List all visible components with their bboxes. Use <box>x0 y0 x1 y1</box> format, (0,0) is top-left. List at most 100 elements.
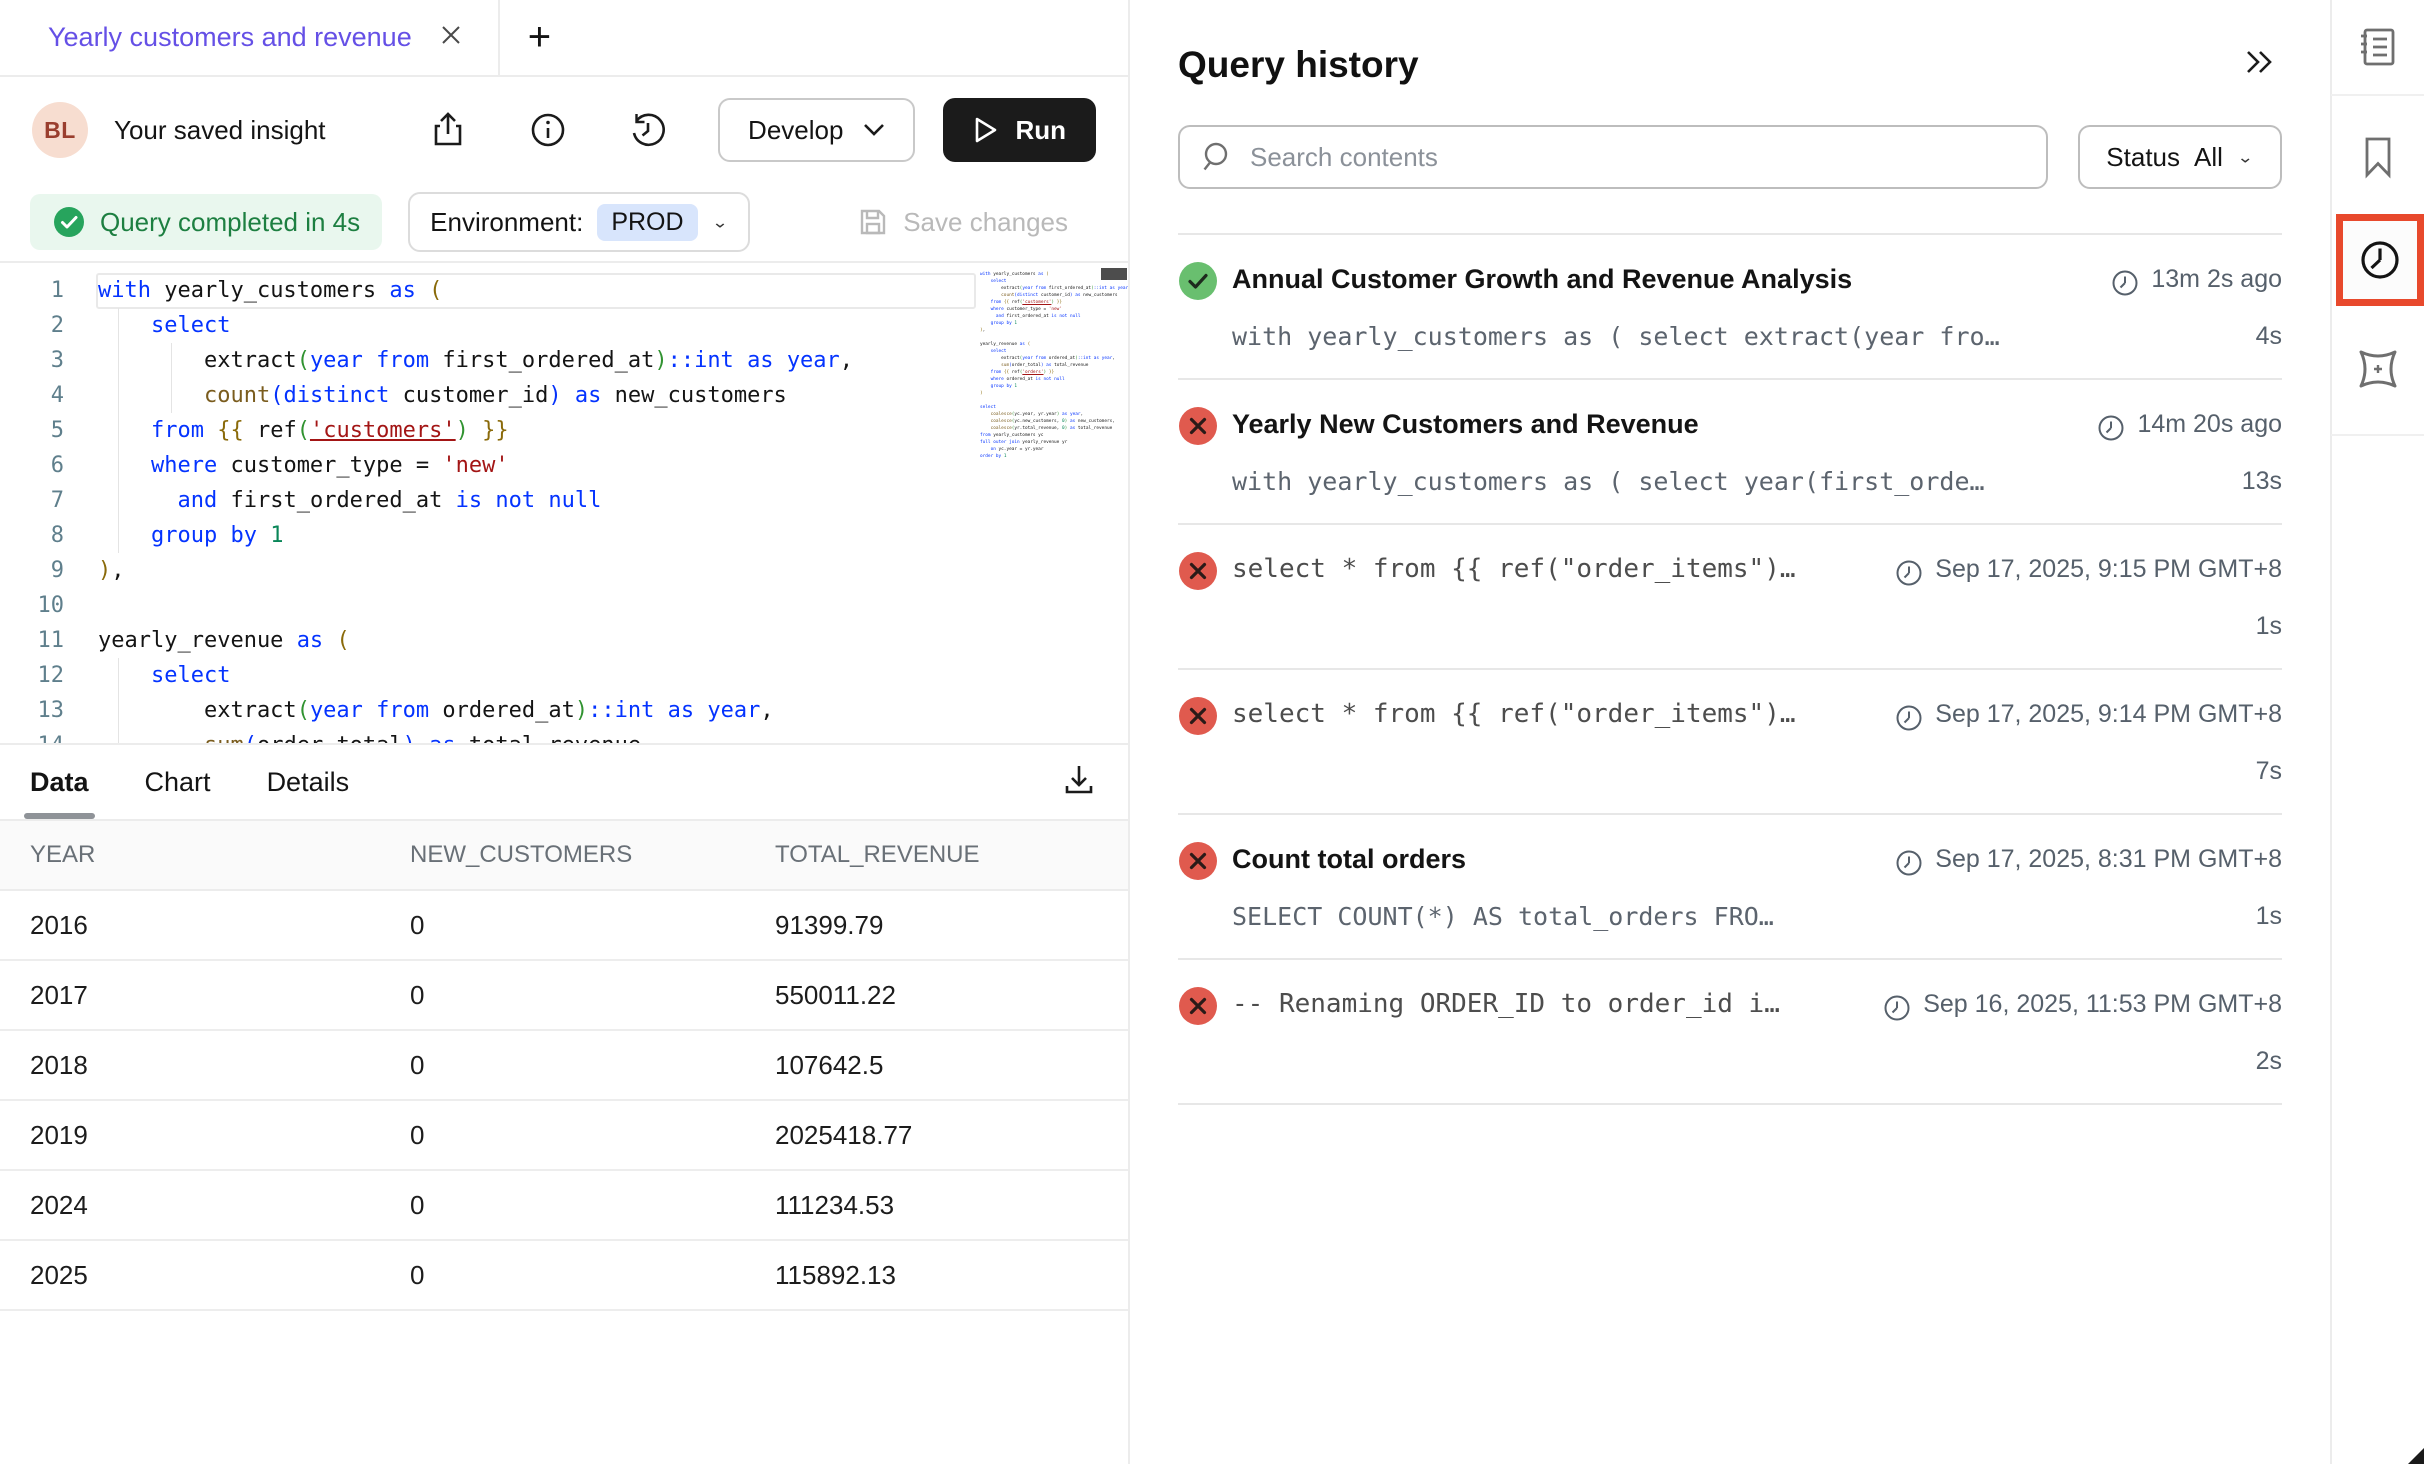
code-line: ), <box>98 553 1128 588</box>
status-filter-label: Status <box>2106 142 2180 173</box>
query-history-item[interactable]: Count total ordersSep 17, 2025, 8:31 PM … <box>1178 815 2282 960</box>
minimap-line: where ordered_at is not null <box>980 376 1098 383</box>
chevron-down-icon: ⌄ <box>712 212 729 232</box>
share-icon[interactable] <box>418 100 478 160</box>
query-history-title: Query history <box>1178 44 1419 86</box>
table-cell: 91399.79 <box>775 910 1128 941</box>
line-number: 7 <box>0 483 64 518</box>
query-history-item[interactable]: select * from {{ ref("order_items")…Sep … <box>1178 670 2282 815</box>
error-status-icon <box>1178 841 1232 886</box>
minimap-line: group by 1 <box>980 320 1098 327</box>
tab-data[interactable]: Data <box>30 745 89 819</box>
tab-close-icon[interactable] <box>438 22 464 54</box>
collapse-panel-icon[interactable] <box>2234 42 2282 87</box>
error-status-icon <box>1178 406 1232 451</box>
query-timestamp: Sep 17, 2025, 8:31 PM GMT+8 <box>1895 841 2282 886</box>
table-cell: 107642.5 <box>775 1050 1128 1081</box>
line-number: 13 <box>0 693 64 728</box>
version-history-icon[interactable] <box>618 100 678 160</box>
search-box[interactable] <box>1178 125 2048 189</box>
table-cell: 550011.22 <box>775 980 1128 1011</box>
pinwheel-icon[interactable] <box>2331 322 2424 416</box>
line-number: 14 <box>0 728 64 745</box>
minimap-line: coalesce(yc.new_customers, 0) as new_cus… <box>980 418 1098 425</box>
tab-title: Yearly customers and revenue <box>48 22 412 53</box>
query-preview: SELECT COUNT(*) AS total_orders FRO… <box>1232 902 1895 934</box>
tab-chart[interactable]: Chart <box>145 745 211 819</box>
error-status-icon <box>1178 696 1232 741</box>
editor-code[interactable]: with yearly_customers as ( select extrac… <box>88 273 1128 745</box>
minimap-line <box>980 397 1098 404</box>
query-history-item[interactable]: Annual Customer Growth and Revenue Analy… <box>1178 235 2282 380</box>
download-icon[interactable] <box>1060 761 1098 804</box>
save-changes-button[interactable]: Save changes <box>857 206 1068 238</box>
minimap-line: full outer join yearly_revenue yr <box>980 439 1098 446</box>
error-status-icon <box>1178 551 1232 596</box>
query-duration: 2s <box>1883 1047 2282 1079</box>
info-icon[interactable] <box>518 100 578 160</box>
error-status-icon <box>1178 986 1232 1031</box>
query-title: Annual Customer Growth and Revenue Analy… <box>1232 261 2111 306</box>
editor-minimap[interactable]: with yearly_customers as ( select extrac… <box>980 271 1098 460</box>
run-button[interactable]: Run <box>943 98 1096 162</box>
status-bar: Query completed in 4s Environment: PROD … <box>0 183 1128 263</box>
query-history-item[interactable]: Yearly New Customers and Revenue14m 20s … <box>1178 380 2282 525</box>
line-number: 3 <box>0 343 64 378</box>
environment-selector[interactable]: Environment: PROD ⌄ <box>408 192 750 252</box>
query-history-controls: Status All ⌄ <box>1178 125 2282 189</box>
line-number: 4 <box>0 378 64 413</box>
table-cell: 2017 <box>30 980 410 1011</box>
code-line: from {{ ref('customers') }} <box>98 413 1128 448</box>
query-timestamp: 13m 2s ago <box>2111 261 2282 306</box>
chevron-down-icon: ⌄ <box>2237 147 2254 167</box>
code-line: count(distinct customer_id) as new_custo… <box>98 378 1128 413</box>
tab-details[interactable]: Details <box>267 745 350 819</box>
code-line: group by 1 <box>98 518 1128 553</box>
new-tab-button[interactable]: + <box>500 15 579 60</box>
editor-scrollbar-thumb[interactable] <box>1101 268 1127 280</box>
code-line: select <box>98 658 1128 693</box>
line-number: 8 <box>0 518 64 553</box>
query-history-item[interactable]: -- Renaming ORDER_ID to order_id i…Sep 1… <box>1178 960 2282 1105</box>
save-icon <box>857 206 889 238</box>
status-filter-dropdown[interactable]: Status All ⌄ <box>2078 125 2282 189</box>
line-number: 2 <box>0 308 64 343</box>
query-timestamp: Sep 17, 2025, 9:14 PM GMT+8 <box>1895 696 2282 741</box>
notebook-icon[interactable] <box>2331 0 2424 94</box>
minimap-line <box>980 334 1098 341</box>
query-preview <box>1232 1047 1883 1079</box>
search-input[interactable] <box>1250 142 2026 173</box>
code-line: sum(order_total) as total_revenue <box>98 728 1128 745</box>
tab-yearly-customers[interactable]: Yearly customers and revenue <box>0 0 498 75</box>
history-clock-icon <box>2356 236 2404 284</box>
table-cell: 115892.13 <box>775 1260 1128 1291</box>
column-header: TOTAL_REVENUE <box>775 841 1128 869</box>
minimap-line: ), <box>980 327 1098 334</box>
minimap-line: with yearly_customers as ( <box>980 271 1098 278</box>
insight-subtitle: Your saved insight <box>114 115 326 146</box>
code-line: with yearly_customers as ( <box>98 273 1128 308</box>
bookmark-icon[interactable] <box>2331 110 2424 204</box>
query-title: Yearly New Customers and Revenue <box>1232 406 2097 451</box>
table-cell: 0 <box>410 1260 775 1291</box>
table-cell: 2024 <box>30 1190 410 1221</box>
line-number: 1 <box>0 273 64 308</box>
query-history-rail-highlight[interactable] <box>2336 214 2424 306</box>
minimap-line: where customer_type = 'new' <box>980 306 1098 313</box>
table-cell: 111234.53 <box>775 1190 1128 1221</box>
query-history-item[interactable]: select * from {{ ref("order_items")…Sep … <box>1178 525 2282 670</box>
query-duration: 4s <box>2111 322 2282 354</box>
minimap-line: select <box>980 278 1098 285</box>
code-line: yearly_revenue as ( <box>98 623 1128 658</box>
develop-button[interactable]: Develop <box>718 98 915 162</box>
query-duration: 7s <box>1895 757 2282 789</box>
resize-corner-handle[interactable] <box>2408 1448 2424 1464</box>
results-table-header: YEARNEW_CUSTOMERSTOTAL_REVENUE <box>0 819 1128 891</box>
tab-bar: Yearly customers and revenue + <box>0 0 1128 77</box>
check-circle-icon <box>52 205 86 239</box>
sql-editor[interactable]: 1234567891011121314151617181920212223242… <box>0 263 1128 745</box>
query-preview: with yearly_customers as ( select extrac… <box>1232 322 2111 354</box>
minimap-line: coalesce(yc.year, yr.year) as year, <box>980 411 1098 418</box>
play-icon <box>973 116 999 144</box>
minimap-line: select <box>980 404 1098 411</box>
